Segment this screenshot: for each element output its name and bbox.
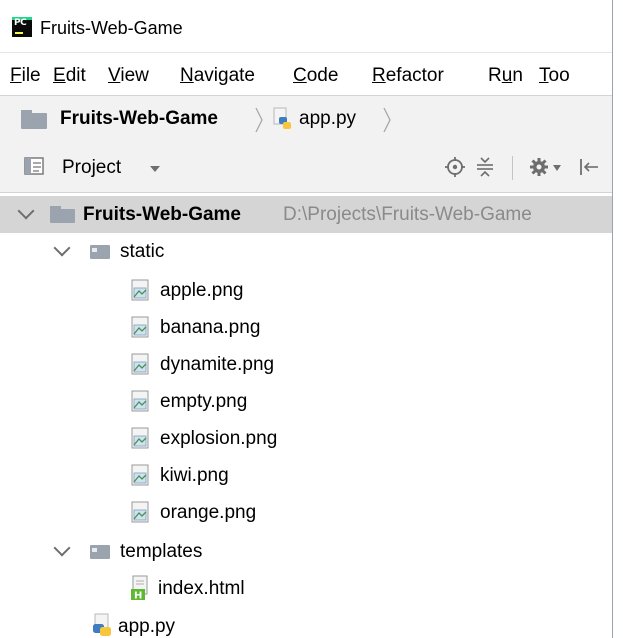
list-item[interactable]: app.py xyxy=(0,608,612,638)
breadcrumb-project[interactable]: Fruits-Web-Game xyxy=(60,108,218,130)
html-file-icon: H xyxy=(131,575,148,602)
window-title: Fruits-Web-Game xyxy=(40,18,183,38)
menu-view[interactable]: View xyxy=(108,65,149,87)
image-file-icon xyxy=(131,427,149,449)
image-file-icon xyxy=(131,464,149,486)
python-file-icon xyxy=(273,107,291,129)
file-label: apple.png xyxy=(160,280,244,301)
chevron-down-icon[interactable] xyxy=(53,539,71,557)
menu-navigate[interactable]: Navigate xyxy=(180,65,255,87)
project-view-icon xyxy=(24,157,44,175)
image-file-icon xyxy=(131,279,149,301)
pycharm-logo-icon: PC xyxy=(12,17,32,37)
svg-text:H: H xyxy=(134,591,142,602)
title-bar: PC Fruits-Web-Game xyxy=(0,0,612,52)
file-label: explosion.png xyxy=(160,428,278,449)
image-file-icon xyxy=(131,390,149,412)
file-label: banana.png xyxy=(160,317,261,338)
project-view-title[interactable]: Project xyxy=(62,157,121,179)
breadcrumb-file[interactable]: app.py xyxy=(299,108,356,130)
menu-refactor[interactable]: Refactor xyxy=(372,65,444,87)
file-label: orange.png xyxy=(160,502,257,523)
toolbar-separator xyxy=(512,156,513,180)
tree-row-templates[interactable]: templates xyxy=(0,533,612,570)
list-item[interactable]: empty.png xyxy=(0,383,612,420)
folder-icon xyxy=(50,206,75,223)
file-label: index.html xyxy=(158,578,245,599)
menu-run[interactable]: Run xyxy=(488,65,523,87)
gear-icon[interactable] xyxy=(528,156,550,178)
chevron-down-icon[interactable] xyxy=(17,202,35,220)
image-file-icon xyxy=(131,353,149,375)
project-folder-icon xyxy=(21,110,47,129)
python-file-icon xyxy=(93,613,111,636)
list-item[interactable]: explosion.png xyxy=(0,420,612,457)
tree-row-root[interactable]: Fruits-Web-Game D:\Projects\Fruits-Web-G… xyxy=(0,196,612,233)
project-tool-header: Project xyxy=(0,144,612,193)
file-label: dynamite.png xyxy=(160,354,275,375)
list-item[interactable]: dynamite.png xyxy=(0,346,612,383)
folder-icon xyxy=(90,245,110,259)
breadcrumb-separator-icon xyxy=(255,107,263,133)
chevron-down-icon[interactable] xyxy=(149,165,161,173)
chevron-down-icon[interactable] xyxy=(53,239,71,257)
project-tree: Fruits-Web-Game D:\Projects\Fruits-Web-G… xyxy=(0,193,612,638)
image-file-icon xyxy=(131,501,149,523)
list-item[interactable]: banana.png xyxy=(0,309,612,346)
breadcrumb: Fruits-Web-Game app.py xyxy=(0,95,612,145)
menu-code[interactable]: Code xyxy=(293,65,338,87)
list-item[interactable]: orange.png xyxy=(0,494,612,531)
menu-bar: File Edit View Navigate Code Refactor Ru… xyxy=(0,52,612,95)
menu-edit[interactable]: Edit xyxy=(53,65,86,87)
locate-icon[interactable] xyxy=(444,156,466,178)
ide-window: PC Fruits-Web-Game File Edit View Naviga… xyxy=(0,0,613,638)
folder-label: static xyxy=(120,241,165,262)
collapse-all-icon[interactable] xyxy=(474,156,496,178)
image-file-icon xyxy=(131,316,149,338)
file-label: empty.png xyxy=(160,391,248,412)
list-item[interactable]: kiwi.png xyxy=(0,457,612,494)
menu-tools[interactable]: Too xyxy=(539,65,570,87)
list-item[interactable]: H index.html xyxy=(0,570,612,607)
menu-file[interactable]: File xyxy=(10,65,41,87)
root-folder-label: Fruits-Web-Game xyxy=(83,204,242,225)
tree-row-static[interactable]: static xyxy=(0,233,612,270)
settings-dropdown-icon[interactable] xyxy=(553,165,561,171)
folder-label: templates xyxy=(120,541,203,562)
folder-icon xyxy=(90,545,110,559)
list-item[interactable]: apple.png xyxy=(0,272,612,309)
root-folder-path: D:\Projects\Fruits-Web-Game xyxy=(283,204,532,225)
hide-panel-icon[interactable] xyxy=(578,156,600,178)
breadcrumb-separator-icon xyxy=(383,107,391,133)
file-label: kiwi.png xyxy=(160,465,229,486)
file-label: app.py xyxy=(118,616,176,637)
